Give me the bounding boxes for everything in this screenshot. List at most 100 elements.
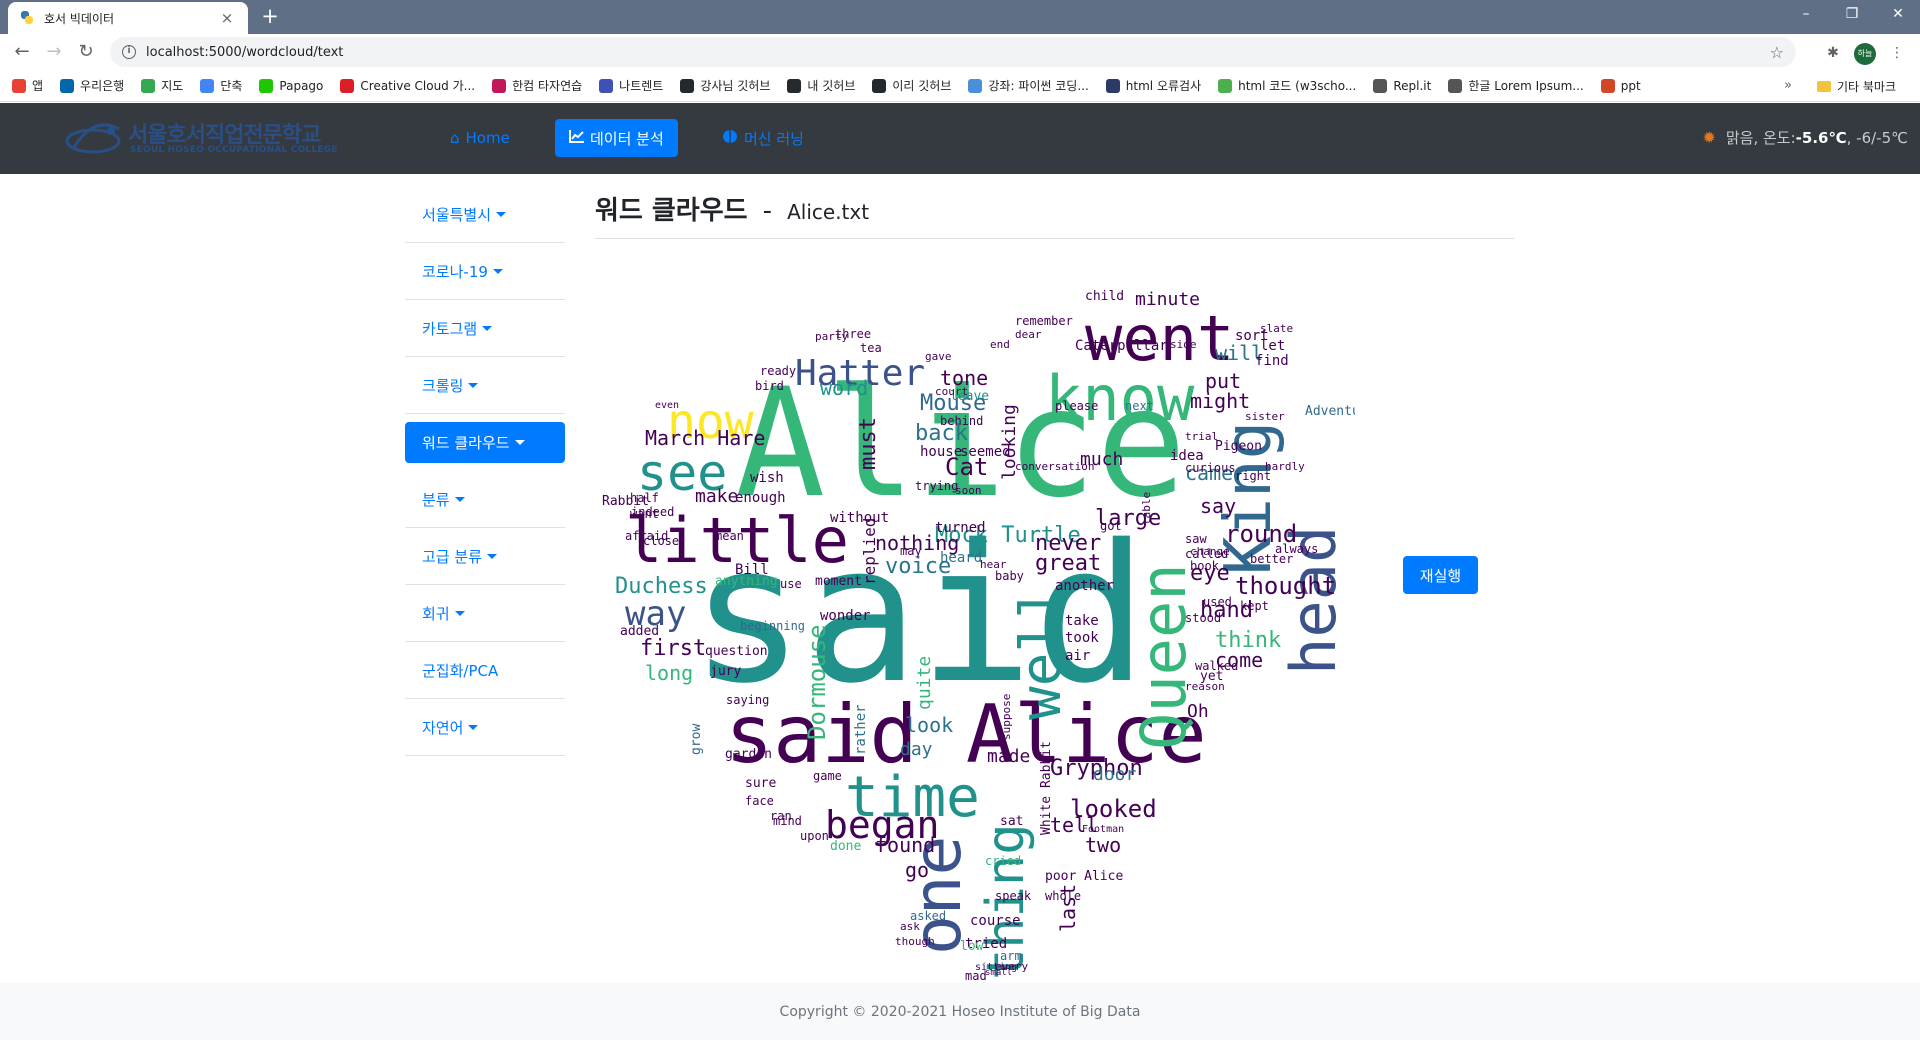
- menu-kebab-icon[interactable]: ⋮: [1886, 42, 1908, 64]
- sidebar-item[interactable]: 크롤링: [405, 357, 565, 414]
- nav-machine-learning[interactable]: 머신 러닝: [708, 119, 818, 157]
- address-bar[interactable]: i localhost:5000/wordcloud/text ☆: [110, 37, 1796, 67]
- wordcloud-word: March Hare: [645, 426, 765, 450]
- wordcloud-word: saying: [726, 693, 769, 707]
- wordcloud-word: word: [820, 376, 868, 400]
- sidebar-item[interactable]: 코로나-19: [405, 243, 565, 300]
- bookmark-item[interactable]: 내 깃허브: [787, 77, 855, 94]
- forward-arrow-icon[interactable]: →: [40, 38, 68, 66]
- wordcloud-word: upon: [800, 829, 829, 843]
- wordcloud-word: another: [1055, 578, 1114, 594]
- site-navbar: 서울호서직업전문학교 SEOUL HOSEO OCCUPATIONAL COLL…: [0, 103, 1920, 174]
- bookmark-item[interactable]: 나트렌트: [599, 77, 663, 94]
- bookmark-item[interactable]: 이리 깃허브: [872, 77, 951, 94]
- sun-icon: ✹: [1702, 128, 1716, 147]
- wordcloud-word: next: [1125, 399, 1154, 413]
- restore-button[interactable]: ❐: [1829, 0, 1875, 30]
- new-tab-button[interactable]: +: [258, 5, 282, 29]
- bookmark-item[interactable]: 강사님 깃허브: [680, 77, 770, 94]
- sidebar-item[interactable]: 자연어: [405, 699, 565, 756]
- wordcloud-word: Pigeon: [1215, 439, 1262, 454]
- sidebar-item[interactable]: 군집화/PCA: [405, 642, 565, 699]
- wordcloud-word: must: [856, 417, 881, 470]
- wordcloud-word: make: [695, 486, 738, 507]
- bookmark-item[interactable]: html 코드 (w3scho...: [1218, 77, 1356, 94]
- wordcloud-word: used: [1203, 595, 1232, 609]
- minimize-button[interactable]: –: [1783, 0, 1829, 30]
- nav-data-analysis[interactable]: 데이터 분석: [555, 119, 678, 157]
- wordcloud-word: mind: [773, 814, 802, 828]
- sidebar-item-label: 크롤링: [422, 376, 464, 395]
- close-window-button[interactable]: ✕: [1875, 0, 1920, 30]
- nav-machine-learning-label: 머신 러닝: [744, 129, 804, 148]
- bookmark-favicon-icon: [968, 78, 983, 93]
- sidebar-item-label: 서울특별시: [422, 205, 492, 224]
- back-arrow-icon[interactable]: ←: [8, 38, 36, 66]
- wordcloud-word: use: [780, 577, 802, 591]
- wordcloud-word: speak: [995, 889, 1032, 903]
- wordcloud-word: air: [1065, 648, 1090, 664]
- bookmark-item[interactable]: 한컴 타자연습: [492, 77, 582, 94]
- sidebar-item-label: 자연어: [422, 718, 464, 737]
- bookmark-item[interactable]: 단축: [200, 77, 242, 94]
- wordcloud-word: child: [1085, 289, 1124, 304]
- rerun-button[interactable]: 재실행: [1403, 556, 1478, 594]
- bookmark-star-icon[interactable]: ☆: [1770, 43, 1784, 62]
- wordcloud-word: hear: [980, 558, 1007, 571]
- url-text[interactable]: localhost:5000/wordcloud/text: [146, 45, 1770, 60]
- wordcloud-word: Dormouse: [803, 624, 831, 740]
- bookmarks-overflow-icon[interactable]: »: [1784, 78, 1792, 93]
- wordcloud-word: remember: [1015, 314, 1073, 328]
- reload-icon[interactable]: ↻: [72, 38, 100, 66]
- browser-tab[interactable]: 호서 빅데이터 ×: [8, 2, 248, 34]
- bookmark-item[interactable]: 강좌: 파이썬 코딩...: [968, 77, 1089, 94]
- wordcloud-word: door: [1093, 764, 1137, 785]
- wordcloud-word: go: [905, 858, 929, 882]
- bookmark-item[interactable]: Repl.it: [1373, 78, 1431, 93]
- browser-tabstrip: 호서 빅데이터 × + – ❐ ✕: [0, 0, 1920, 34]
- wordcloud-word: took: [1065, 630, 1099, 646]
- sidebar-item[interactable]: 워드 클라우드: [405, 422, 565, 463]
- wordcloud-word: kept: [1240, 599, 1269, 613]
- school-logo[interactable]: 서울호서직업전문학교 SEOUL HOSEO OCCUPATIONAL COLL…: [65, 115, 337, 161]
- bookmark-item[interactable]: 우리은행: [60, 77, 124, 94]
- bookmark-item[interactable]: 앱: [12, 77, 43, 94]
- wordcloud-word: long: [645, 661, 693, 685]
- bookmark-label: Papago: [279, 78, 324, 93]
- sidebar-item[interactable]: 회귀: [405, 585, 565, 642]
- bookmark-label: 한컴 타자연습: [512, 79, 583, 93]
- wordcloud-word: face: [745, 794, 774, 808]
- wordcloud-word: always: [1275, 542, 1318, 556]
- sidebar-item[interactable]: 고급 분류: [405, 528, 565, 585]
- sidebar-item[interactable]: 분류: [405, 471, 565, 528]
- extensions-puzzle-icon[interactable]: ✱: [1822, 42, 1844, 64]
- bookmark-item[interactable]: 한글 Lorem Ipsum...: [1448, 77, 1584, 94]
- tab-close-icon[interactable]: ×: [218, 9, 236, 27]
- bookmarks-bar: 앱 우리은행 지도 단축 Papago Creative Cloud 가... 한컴 타자연…: [0, 70, 1920, 102]
- profile-avatar[interactable]: 하늘: [1854, 43, 1876, 65]
- word-cloud-svg: saidAlicesaid Alicelittlewentknowseenowt…: [595, 289, 1383, 983]
- page-title-main: 워드 클라우드: [595, 196, 748, 226]
- bookmark-favicon-icon: [60, 78, 75, 93]
- bookmark-item[interactable]: Creative Cloud 가...: [340, 77, 475, 94]
- wordcloud-word: look: [905, 713, 953, 737]
- bookmark-favicon-icon: [872, 78, 887, 93]
- sidebar-item-label: 군집화/PCA: [422, 661, 499, 680]
- sidebar-item[interactable]: 서울특별시: [405, 186, 565, 243]
- wordcloud-word: hardly: [1265, 460, 1305, 473]
- bookmark-item[interactable]: ppt: [1600, 78, 1641, 93]
- bookmark-item[interactable]: Papago: [259, 78, 324, 93]
- bookmark-item[interactable]: 지도: [141, 77, 183, 94]
- bookmark-favicon-icon: [1218, 78, 1233, 93]
- nav-home[interactable]: ⌂ Home: [436, 119, 524, 157]
- other-bookmarks-folder[interactable]: 기타 북마크: [1817, 70, 1896, 102]
- sidebar-item[interactable]: 카토그램: [405, 300, 565, 357]
- wordcloud-word: turned: [935, 520, 986, 536]
- site-info-icon[interactable]: i: [122, 45, 136, 59]
- wordcloud-word: saw: [1185, 532, 1207, 546]
- wordcloud-word: whole: [1045, 889, 1081, 903]
- wordcloud-word: great: [1035, 551, 1101, 576]
- bookmark-item[interactable]: html 오류검사: [1105, 77, 1201, 94]
- wordcloud-word: conversation: [1015, 460, 1094, 473]
- bookmark-favicon-icon: [12, 78, 26, 93]
